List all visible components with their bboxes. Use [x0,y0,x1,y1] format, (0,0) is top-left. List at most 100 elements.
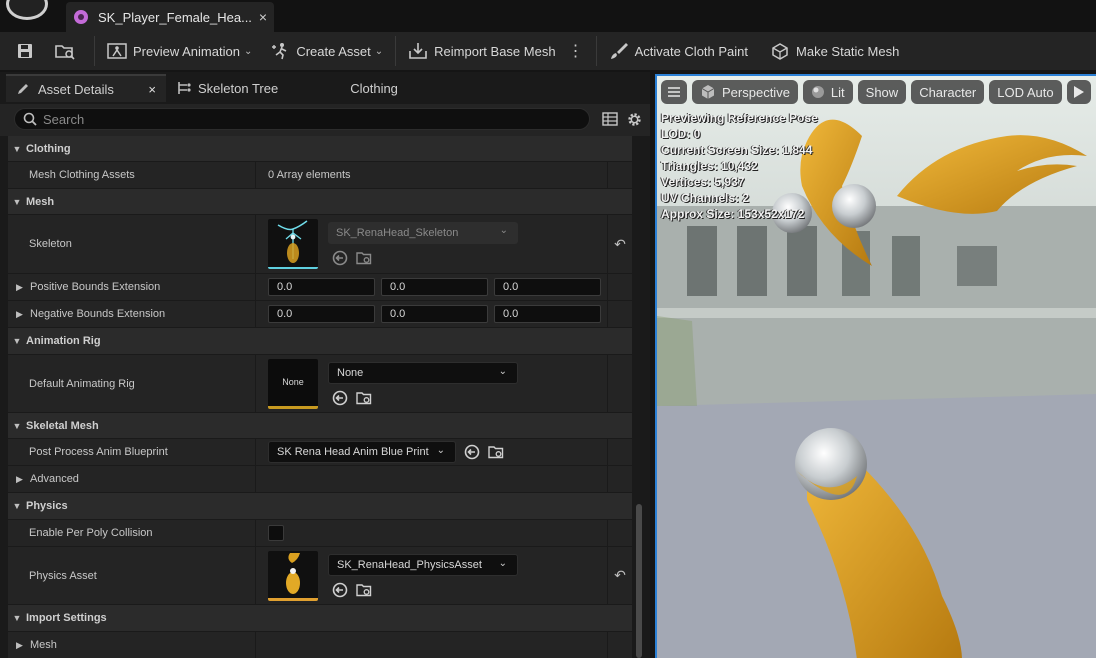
physics-asset-thumbnail[interactable] [268,550,318,601]
negative-bounds-z-input[interactable]: 0.0 [494,305,601,323]
perspective-label: Perspective [722,84,790,100]
view-mode-lit-button[interactable]: Lit [802,80,853,104]
expand-arrow-icon[interactable]: ▶ [16,282,30,293]
tab-asset-details-label: Asset Details [38,81,114,97]
reset-to-default-button[interactable]: ↶ [608,215,632,273]
category-physics[interactable]: ▼ Physics [8,493,632,520]
use-selected-arrow-icon[interactable] [332,390,348,406]
viewport-menu-button[interactable] [661,80,687,104]
browse-folder-icon[interactable] [356,582,372,598]
create-asset-icon [272,43,287,60]
chevron-down-icon: ⌄ [243,45,253,57]
activate-cloth-paint-button[interactable]: Activate Cloth Paint [603,36,754,66]
skeleton-thumbnail[interactable] [268,219,318,269]
skeleton-asset-buttons [328,250,518,266]
positive-bounds-x-input[interactable]: 0.0 [268,278,375,296]
gear-icon[interactable] [626,111,643,128]
close-asset-details-button[interactable]: × [148,82,156,97]
per-poly-collision-value [256,520,608,546]
make-static-mesh-label: Make Static Mesh [796,43,900,59]
advanced-label: Advanced [30,473,79,485]
default-rig-thumbnail[interactable]: None [268,358,318,409]
default-rig-combo[interactable]: None ⌄ [328,361,518,384]
reset-to-default-button[interactable]: ↶ [608,547,632,604]
browse-folder-icon[interactable] [356,390,372,406]
toolbar-separator [94,36,95,66]
property-list: ▼ Clothing Mesh Clothing Assets 0 Array … [8,136,632,658]
property-row-import-mesh: ▶ Mesh [8,632,632,658]
more-options-button[interactable]: ⋮ [562,41,590,61]
reimport-base-mesh-button[interactable]: Reimport Base Mesh [402,36,561,66]
browse-folder-icon[interactable] [488,444,504,460]
preview-animation-label: Preview Animation [133,43,240,59]
folder-search-icon [55,45,75,60]
property-name: ▶ Negative Bounds Extension [8,301,256,327]
search-box[interactable] [14,108,590,130]
create-asset-button[interactable]: Create Asset ⌄ [264,36,389,66]
per-poly-collision-checkbox[interactable] [268,525,284,541]
asset-editor-tab[interactable]: SK_Player_Female_Hea... × [66,2,274,32]
chevron-down-icon: ⌄ [436,445,445,456]
reset-slot [608,439,632,465]
lod-auto-button[interactable]: LOD Auto [989,80,1062,104]
negative-bounds-x-input[interactable]: 0.0 [268,305,375,323]
browse-folder-icon[interactable] [356,250,372,266]
physics-asset-picker: SK_RenaHead_PhysicsAsset ⌄ [328,553,518,598]
unreal-logo-icon[interactable] [6,0,48,20]
use-selected-arrow-icon[interactable] [332,582,348,598]
positive-bounds-y-input[interactable]: 0.0 [381,278,488,296]
stats-line: Current Screen Size: 1.844 [661,143,813,157]
tab-asset-details[interactable]: Asset Details × [6,74,166,102]
reimport-icon [409,43,427,59]
post-process-combo[interactable]: SK Rena Head Anim Blue Print ⌄ [268,441,456,463]
expand-arrow-icon[interactable]: ▶ [16,309,30,320]
negative-bounds-y-input[interactable]: 0.0 [381,305,488,323]
perspective-cube-icon [701,85,715,99]
positive-bounds-value: 0.0 0.0 0.0 [256,274,608,300]
search-input[interactable] [43,111,563,127]
positive-bounds-z-input[interactable]: 0.0 [494,278,601,296]
physics-asset-combo[interactable]: SK_RenaHead_PhysicsAsset ⌄ [328,553,518,576]
play-button[interactable] [1066,80,1091,104]
collapse-arrow-icon: ▼ [12,143,22,154]
category-mesh-label: Mesh [26,195,55,208]
import-mesh-value [256,632,608,658]
perspective-button[interactable]: Perspective [692,80,798,104]
details-panel: Asset Details × Skeleton Tree Clothing ▼… [0,72,650,658]
close-tab-button[interactable]: × [252,9,274,25]
expand-arrow-icon[interactable]: ▶ [16,640,30,651]
physics-asset-combo-label: SK_RenaHead_PhysicsAsset [337,558,482,571]
table-view-icon[interactable] [602,112,618,126]
property-name: Physics Asset [8,547,256,604]
stats-line: Triangles: 10,432 [661,159,758,173]
play-icon [1073,86,1084,98]
category-animation-rig[interactable]: ▼ Animation Rig [8,328,632,355]
show-button[interactable]: Show [857,80,907,104]
category-clothing[interactable]: ▼ Clothing [8,136,632,162]
tab-skeleton-tree[interactable]: Skeleton Tree [166,74,288,102]
category-physics-label: Physics [26,500,68,512]
save-button[interactable] [10,36,40,66]
details-scrollbar-thumb[interactable] [636,504,642,658]
browse-asset-button[interactable] [50,36,80,66]
property-name: Enable Per Poly Collision [8,520,256,546]
positive-bounds-label: Positive Bounds Extension [30,281,161,293]
category-mesh[interactable]: ▼ Mesh [8,189,632,215]
skeleton-combo[interactable]: SK_RenaHead_Skeleton ⌄ [328,222,518,244]
property-row-mesh-clothing-assets: Mesh Clothing Assets 0 Array elements [8,162,632,189]
preview-viewport[interactable]: Perspective Lit Show Character LOD Auto … [655,74,1096,658]
tab-clothing[interactable]: Clothing [340,74,408,102]
title-bar: SK_Player_Female_Hea... × [0,0,1096,32]
make-static-mesh-button[interactable]: Make Static Mesh [764,36,905,66]
category-skeletal-mesh[interactable]: ▼ Skeletal Mesh [8,413,632,439]
tab-clothing-label: Clothing [350,80,398,96]
reset-slot [608,274,632,300]
character-button[interactable]: Character [911,80,985,104]
expand-arrow-icon[interactable]: ▶ [16,474,30,485]
use-selected-arrow-icon[interactable] [332,250,348,266]
preview-animation-button[interactable]: Preview Animation ⌄ [101,36,258,66]
paint-brush-icon [610,43,628,59]
use-selected-arrow-icon[interactable] [464,444,480,460]
category-import-settings[interactable]: ▼ Import Settings [8,605,632,632]
create-asset-label: Create Asset [296,43,371,59]
